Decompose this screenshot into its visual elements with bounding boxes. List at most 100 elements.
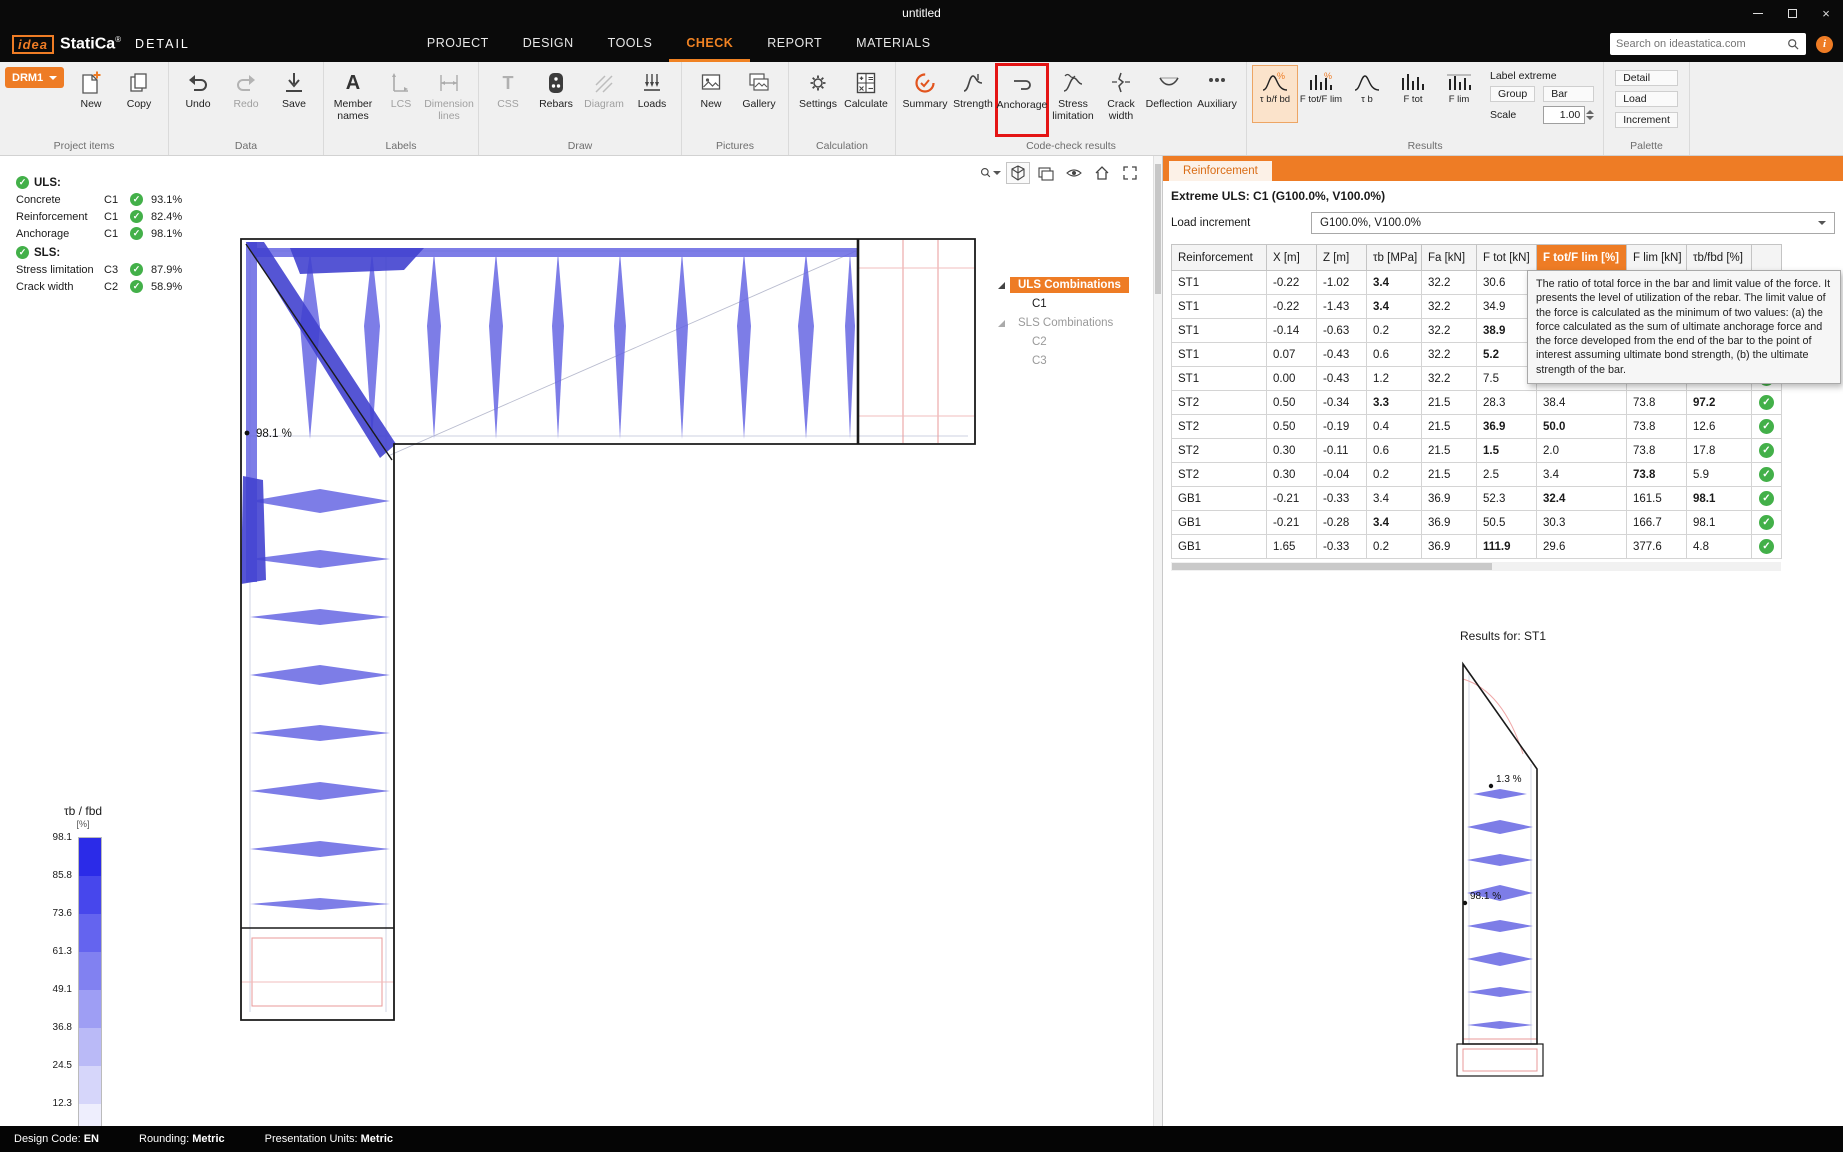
table-row[interactable]: ST20.30-0.110.621.51.52.073.817.8✓ — [1172, 439, 1782, 463]
app-window: untitled × idea StatiCa® DETAIL PROJECTD… — [0, 0, 1843, 1152]
stress-limitation-button[interactable]: Stress limitation — [1049, 65, 1097, 133]
rebars-button[interactable]: Rebars — [532, 65, 580, 133]
table-row[interactable]: GB1-0.21-0.283.436.950.530.3166.798.1✓ — [1172, 511, 1782, 535]
column-header[interactable]: Fa [kN] — [1422, 245, 1477, 271]
column-header[interactable]: X [m] — [1267, 245, 1317, 271]
settings-button[interactable]: Settings — [794, 65, 842, 133]
group-option-button[interactable]: Group — [1490, 86, 1535, 102]
rebars-icon — [544, 68, 568, 98]
tree-item-c1[interactable]: C1 — [1024, 296, 1148, 312]
statusbar-items: Design Code: ENRounding: MetricPresentat… — [0, 1133, 419, 1145]
fullscreen-button[interactable] — [1118, 162, 1142, 184]
project-item-selector[interactable]: DRM1 — [5, 67, 64, 88]
maximize-button[interactable] — [1775, 0, 1809, 26]
crack-width-button[interactable]: Crack width — [1097, 65, 1145, 133]
column-header[interactable]: τb/fbd [%] — [1687, 245, 1752, 271]
ribbon-group-palette: Detail Load Increment Palette — [1604, 62, 1690, 155]
zoom-dropdown-button[interactable] — [978, 162, 1002, 184]
menu-item-check[interactable]: CHECK — [669, 26, 750, 62]
gallery-button[interactable]: Gallery — [735, 65, 783, 133]
tree-item-sls-combinations[interactable]: SLS Combinations — [998, 315, 1148, 331]
visibility-button[interactable] — [1062, 162, 1086, 184]
new-picture-button[interactable]: New — [687, 65, 735, 133]
bars-icon — [1398, 69, 1428, 95]
magnifier-icon — [979, 164, 993, 182]
letter-a-icon: A — [346, 68, 360, 98]
table-row[interactable]: GB1-0.21-0.333.436.952.332.4161.598.1✓ — [1172, 487, 1782, 511]
legend-bar — [78, 837, 102, 1126]
menu-item-project[interactable]: PROJECT — [410, 26, 506, 62]
tree-item-uls-combinations[interactable]: ULS Combinations — [998, 277, 1148, 293]
close-button[interactable]: × — [1809, 0, 1843, 26]
bar-option-button[interactable]: Bar — [1543, 86, 1594, 102]
deflection-button[interactable]: Deflection — [1145, 65, 1193, 133]
column-header[interactable]: F tot/F lim [%] — [1537, 245, 1627, 271]
summary-button[interactable]: Summary — [901, 65, 949, 133]
result-tb-fbd-button[interactable]: % τ b/f bd — [1252, 65, 1298, 123]
result-flim-button[interactable]: F lim — [1436, 65, 1482, 123]
diagram-button[interactable]: Diagram — [580, 65, 628, 133]
anchorage-button[interactable]: Anchorage — [998, 66, 1046, 134]
search-input[interactable] — [1616, 38, 1786, 50]
capture-gallery-button[interactable] — [1034, 162, 1058, 184]
increment-toggle-button[interactable]: Increment — [1615, 112, 1678, 128]
copy-button[interactable]: Copy — [115, 65, 163, 133]
isometric-view-button[interactable] — [1006, 162, 1030, 184]
member-names-button[interactable]: A Member names — [329, 65, 377, 133]
redo-icon — [234, 68, 258, 98]
table-row[interactable]: ST20.30-0.040.221.52.53.473.85.9✓ — [1172, 463, 1782, 487]
strength-button[interactable]: Strength — [949, 65, 997, 133]
table-row[interactable]: ST20.50-0.190.421.536.950.073.812.6✓ — [1172, 415, 1782, 439]
model-canvas[interactable]: 98.1 % ✓ULS:ConcreteC1✓93.1%Reinforcemen… — [0, 156, 1162, 1126]
minimize-button[interactable] — [1741, 0, 1775, 26]
search-box[interactable] — [1610, 33, 1806, 55]
table-row[interactable]: ST20.50-0.343.321.528.338.473.897.2✓ — [1172, 391, 1782, 415]
result-tb-button[interactable]: τ b — [1344, 65, 1390, 123]
member-detail-view[interactable]: 1.3 % 98.1 % — [1171, 649, 1835, 1079]
auxiliary-button[interactable]: Auxiliary — [1193, 65, 1241, 133]
ribbon-group-project-items: DRM1 New Copy Project items — [0, 62, 169, 155]
undo-button[interactable]: Undo — [174, 65, 222, 133]
column-header[interactable]: τb [MPa] — [1367, 245, 1422, 271]
tree-item-c3[interactable]: C3 — [1024, 353, 1148, 369]
menu-item-tools[interactable]: TOOLS — [591, 26, 670, 62]
dimension-lines-button[interactable]: Dimension lines — [425, 65, 473, 133]
redo-button[interactable]: Redo — [222, 65, 270, 133]
menu-item-materials[interactable]: MATERIALS — [839, 26, 947, 62]
scale-stepper[interactable]: 1.00 — [1543, 106, 1594, 124]
home-view-button[interactable] — [1090, 162, 1114, 184]
table-horizontal-scrollbar[interactable] — [1171, 562, 1781, 571]
result-ftot-flim-button[interactable]: % F tot/F lim — [1298, 65, 1344, 123]
tree-item-c2[interactable]: C2 — [1024, 334, 1148, 350]
table-row[interactable]: GB11.65-0.330.236.9111.929.6377.64.8✓ — [1172, 535, 1782, 559]
column-header[interactable]: Z [m] — [1317, 245, 1367, 271]
scrollbar-thumb[interactable] — [1155, 164, 1161, 294]
column-header[interactable]: Reinforcement — [1172, 245, 1267, 271]
label-extreme-option[interactable]: Label extreme — [1490, 70, 1594, 82]
tab-reinforcement[interactable]: Reinforcement — [1169, 161, 1272, 181]
summary-row: ConcreteC1✓93.1% — [16, 193, 206, 206]
detail-toggle-button[interactable]: Detail — [1615, 70, 1678, 86]
save-button[interactable]: Save — [270, 65, 318, 133]
column-header[interactable]: F lim [kN] — [1627, 245, 1687, 271]
load-increment-select[interactable]: G100.0%, V100.0% — [1311, 212, 1835, 234]
menu-item-report[interactable]: REPORT — [750, 26, 839, 62]
lcs-button[interactable]: LCS — [377, 65, 425, 133]
scrollbar-thumb[interactable] — [1172, 563, 1492, 570]
load-toggle-button[interactable]: Load — [1615, 91, 1678, 107]
new-project-item-button[interactable]: New — [67, 65, 115, 133]
loads-button[interactable]: Loads — [628, 65, 676, 133]
canvas-scrollbar[interactable] — [1153, 156, 1162, 1126]
calculate-button[interactable]: Calculate — [842, 65, 890, 133]
member-detail-drawing: 1.3 % 98.1 % — [1403, 649, 1603, 1079]
info-button[interactable]: i — [1816, 36, 1833, 53]
result-ftot-button[interactable]: F tot — [1390, 65, 1436, 123]
scale-value[interactable]: 1.00 — [1543, 106, 1585, 124]
css-button[interactable]: T CSS — [484, 65, 532, 133]
group-caption: Palette — [1609, 139, 1684, 155]
check-icon: ✓ — [130, 210, 143, 223]
structure-drawing[interactable]: 98.1 % — [0, 156, 1162, 1126]
stepper-arrows[interactable] — [1586, 110, 1594, 120]
menu-item-design[interactable]: DESIGN — [506, 26, 591, 62]
column-header[interactable]: F tot [kN] — [1477, 245, 1537, 271]
